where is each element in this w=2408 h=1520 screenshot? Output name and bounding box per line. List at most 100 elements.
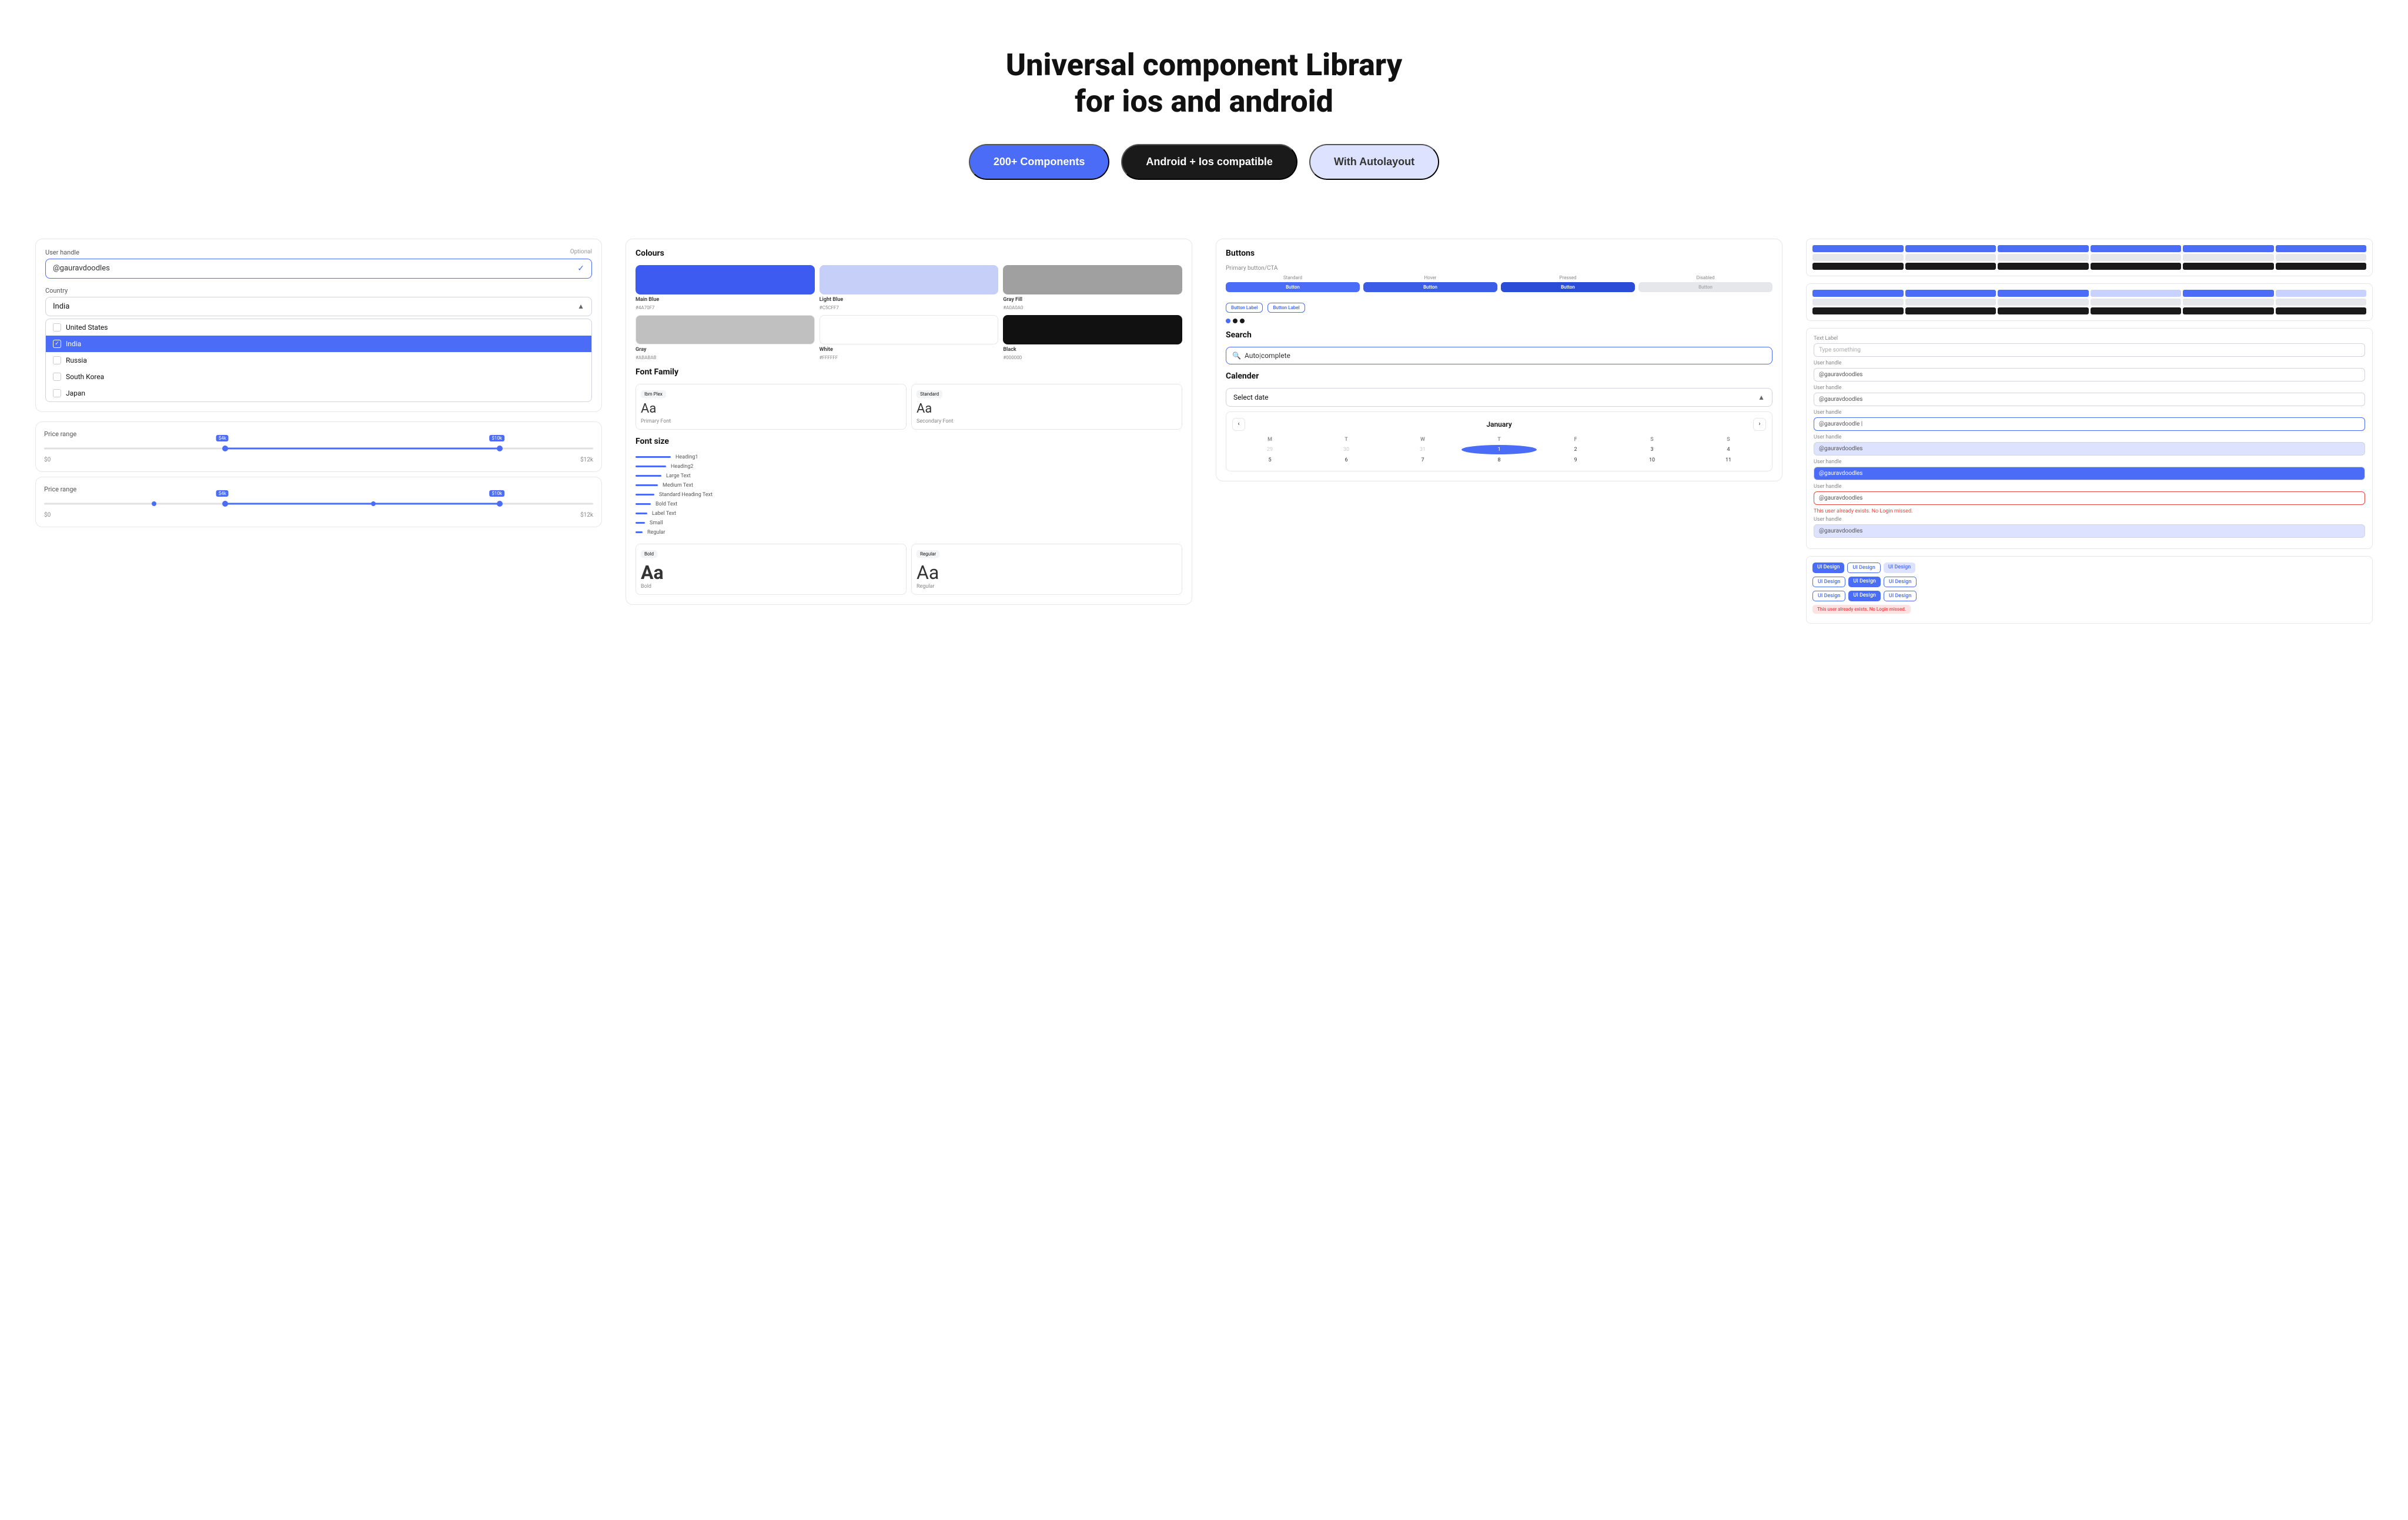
btn-state-disabled: Disabled Button bbox=[1638, 275, 1772, 292]
hero-badges: 200+ Components Android + Ios compatible… bbox=[12, 144, 2396, 180]
user-handle-field-label: User handle Optional bbox=[45, 249, 592, 256]
checkbox-south-korea[interactable] bbox=[53, 373, 61, 381]
cal-day-9[interactable]: 9 bbox=[1538, 456, 1613, 465]
tag-ui-design-7[interactable]: UI Design bbox=[1812, 591, 1845, 601]
slider-thumb-dot4[interactable]: $10k bbox=[497, 501, 503, 507]
form-input-placeholder[interactable]: Type something bbox=[1814, 343, 2365, 357]
country-item-japan[interactable]: Japan bbox=[46, 385, 591, 401]
tag-ui-design-9[interactable]: UI Design bbox=[1884, 591, 1917, 601]
user-handle-label: User handle bbox=[45, 249, 79, 256]
font-size-bar-standard bbox=[636, 494, 654, 495]
cal-day-31[interactable]: 31 bbox=[1385, 445, 1460, 454]
tag-ui-design-3[interactable]: UI Design bbox=[1884, 563, 1915, 573]
search-icon: 🔍 bbox=[1232, 351, 1241, 360]
form-input-1[interactable]: @gauravdoodles bbox=[1814, 368, 2365, 381]
checkbox-us[interactable] bbox=[53, 323, 61, 332]
slider-thumb-dot2[interactable]: $4k bbox=[222, 501, 228, 507]
tag-ui-design-2[interactable]: UI Design bbox=[1847, 563, 1880, 573]
tag-ui-design-8[interactable]: UI Design bbox=[1848, 591, 1880, 601]
slider-thumb-dot3[interactable] bbox=[371, 501, 376, 506]
cal-prev-btn[interactable]: ‹ bbox=[1232, 418, 1245, 431]
cal-next-btn[interactable]: › bbox=[1753, 418, 1766, 431]
tag-ui-design-6[interactable]: UI Design bbox=[1884, 577, 1917, 587]
cal-day-5[interactable]: 5 bbox=[1232, 456, 1307, 465]
price-slider-2[interactable]: $4k $10k bbox=[44, 498, 593, 510]
price-slider-1[interactable]: $4k $10k bbox=[44, 443, 593, 454]
mini-item bbox=[1812, 290, 1904, 297]
price-range-labels: $0 $12k bbox=[44, 457, 593, 463]
cal-day-6[interactable]: 6 bbox=[1309, 456, 1384, 465]
cal-day-1[interactable]: 1 bbox=[1461, 445, 1537, 454]
mini-item bbox=[2276, 263, 2367, 270]
country-item-russia[interactable]: Russia bbox=[46, 352, 591, 369]
cal-day-30[interactable]: 30 bbox=[1309, 445, 1384, 454]
btn-outlined-1[interactable]: Button Label bbox=[1226, 303, 1263, 313]
mini-item bbox=[2276, 290, 2367, 297]
tag-ui-design-4[interactable]: UI Design bbox=[1812, 577, 1845, 587]
checkbox-india[interactable] bbox=[53, 340, 61, 348]
country-dropdown[interactable]: India ▲ bbox=[45, 297, 592, 316]
badge-autolayout[interactable]: With Autolayout bbox=[1309, 144, 1439, 180]
country-item-india[interactable]: India bbox=[46, 336, 591, 352]
form-input-2[interactable]: @gauravdoodles bbox=[1814, 393, 2365, 406]
tags-row-3: UI Design UI Design UI Design bbox=[1812, 591, 2366, 601]
search-title: Search bbox=[1226, 330, 1772, 340]
font-size-standard: Standard Heading Text bbox=[636, 491, 1182, 499]
btn-hover[interactable]: Button bbox=[1363, 282, 1497, 292]
country-item-south-korea[interactable]: South Korea bbox=[46, 369, 591, 385]
mini-item bbox=[2183, 254, 2274, 261]
slider-tooltip-4: $10k bbox=[489, 490, 504, 497]
search-input-wrapper[interactable]: 🔍 Auto|complete bbox=[1226, 347, 1772, 364]
calendar-select[interactable]: Select date ▲ bbox=[1226, 388, 1772, 407]
form-input-3[interactable]: @gauravdoodle | bbox=[1814, 417, 2365, 431]
checkbox-russia[interactable] bbox=[53, 356, 61, 364]
form-input-6[interactable]: @gauravdoodles bbox=[1814, 491, 2365, 505]
badge-android-ios[interactable]: Android + Ios compatible bbox=[1121, 144, 1297, 180]
cal-day-7[interactable]: 7 bbox=[1385, 456, 1460, 465]
form-input-7[interactable]: @gauravdoodles bbox=[1814, 524, 2365, 538]
btn-outlined-2[interactable]: Button Label bbox=[1267, 303, 1305, 313]
chevron-up-cal: ▲ bbox=[1758, 393, 1765, 401]
btn-standard[interactable]: Button bbox=[1226, 282, 1360, 292]
swatch-blue bbox=[636, 265, 815, 294]
cal-day-2[interactable]: 2 bbox=[1538, 445, 1613, 454]
cal-day-29[interactable]: 29 bbox=[1232, 445, 1307, 454]
user-handle-input[interactable]: @gauravdoodles ✓ bbox=[45, 259, 592, 279]
colours-panel: Colours Main Blue #4A70F7 Light Blue #C5… bbox=[626, 239, 1192, 605]
user-handle-value: @gauravdoodles bbox=[53, 264, 110, 273]
swatch-gray: Gray #ABABAB bbox=[636, 315, 815, 360]
tag-ui-design-1[interactable]: UI Design bbox=[1812, 563, 1844, 573]
font-size-label: Label Text bbox=[636, 510, 1182, 518]
slider-thumb-1[interactable]: $4k bbox=[222, 446, 228, 451]
price-range-label-2: Price range bbox=[44, 486, 593, 493]
tag-ui-design-5[interactable]: UI Design bbox=[1848, 577, 1880, 587]
btn-pressed[interactable]: Button bbox=[1501, 282, 1635, 292]
font-size-regular: Regular bbox=[636, 528, 1182, 537]
slider-thumb-2[interactable]: $10k bbox=[497, 446, 503, 451]
cal-day-11[interactable]: 11 bbox=[1691, 456, 1766, 465]
form-input-5[interactable]: @gauravdoodles bbox=[1814, 467, 2365, 480]
tags-row-2: UI Design UI Design UI Design bbox=[1812, 577, 2366, 587]
cal-day-10[interactable]: 10 bbox=[1614, 456, 1690, 465]
btn-disabled: Button bbox=[1638, 282, 1772, 292]
font-size-large: Large Text bbox=[636, 472, 1182, 480]
mini-item bbox=[1812, 299, 1904, 306]
cal-day-3[interactable]: 3 bbox=[1614, 445, 1690, 454]
mini-item bbox=[2091, 307, 2182, 314]
form-input-4[interactable]: @gauravdoodles bbox=[1814, 442, 2365, 456]
badge-components[interactable]: 200+ Components bbox=[969, 144, 1110, 180]
slider-thumb-dot1[interactable] bbox=[152, 501, 156, 506]
mini-item bbox=[2091, 263, 2182, 270]
font-size-bar-label bbox=[636, 513, 647, 514]
mini-grid2-row1 bbox=[1812, 290, 2366, 297]
tags-row-1: UI Design UI Design UI Design bbox=[1812, 563, 2366, 573]
mini-item bbox=[1998, 290, 2089, 297]
mini-item bbox=[2183, 245, 2274, 252]
cal-day-8[interactable]: 8 bbox=[1461, 456, 1537, 465]
cal-day-4[interactable]: 4 bbox=[1691, 445, 1766, 454]
country-india-label: India bbox=[66, 340, 81, 348]
country-item-us[interactable]: United States bbox=[46, 319, 591, 336]
mini-item bbox=[2276, 245, 2367, 252]
checkbox-japan[interactable] bbox=[53, 389, 61, 397]
country-label: Country bbox=[45, 287, 592, 294]
